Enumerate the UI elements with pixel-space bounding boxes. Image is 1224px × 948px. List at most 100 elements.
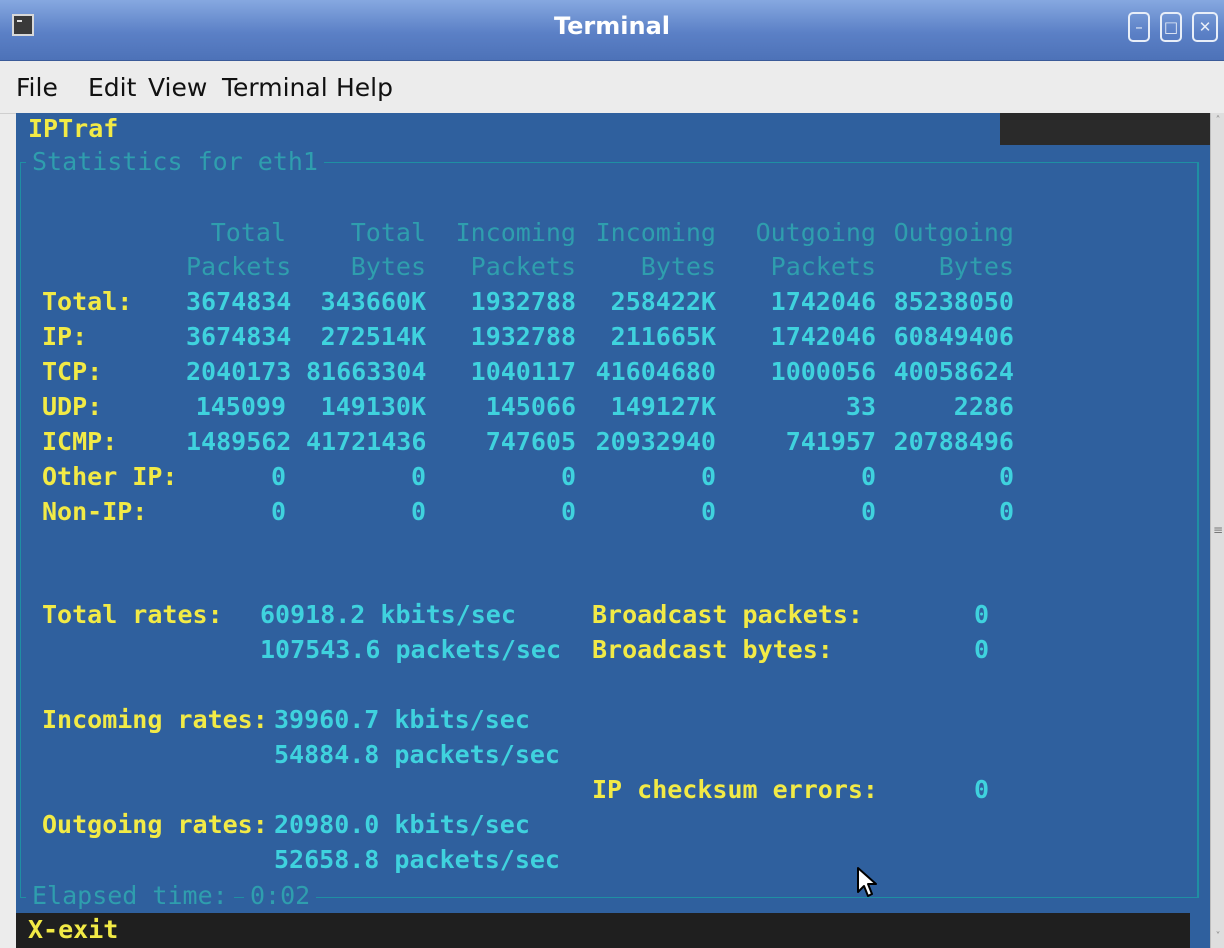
total-rates-packets: 107543.6 packets/sec: [260, 635, 562, 664]
maximize-button[interactable]: □: [1160, 12, 1182, 42]
table-cell: 258422K: [610, 287, 716, 316]
table-cell: 60849406: [893, 322, 1014, 351]
table-cell: 1742046: [770, 287, 876, 316]
vertical-scrollbar[interactable]: ˄ ≡ ˅: [1210, 113, 1224, 948]
col-header-3-sub: Packets: [470, 252, 576, 281]
table-cell: 149130K: [320, 392, 426, 421]
table-cell: 343660K: [320, 287, 426, 316]
table-cell: 145099: [195, 392, 286, 421]
outgoing-rates-packets: 52658.8 packets/sec: [274, 845, 560, 874]
col-header-4: Incoming: [595, 218, 716, 247]
total-rates-label: Total rates:: [42, 600, 223, 629]
row-label: UDP:: [42, 392, 103, 421]
menu-bar: File Edit View Terminal Help: [0, 61, 1224, 114]
title-bar[interactable]: Terminal – □ ✕: [0, 0, 1224, 61]
menu-help[interactable]: Help: [336, 73, 393, 102]
table-cell: 0: [270, 497, 286, 526]
total-rates-kbits: 60918.2 kbits/sec: [260, 600, 516, 629]
menu-terminal[interactable]: Terminal: [222, 73, 328, 102]
table-cell: 0: [860, 462, 876, 491]
table-cell: 2040173: [186, 357, 292, 386]
minimize-button[interactable]: –: [1128, 12, 1150, 42]
table-cell: 747605: [485, 427, 576, 456]
table-cell: 3674834: [186, 287, 292, 316]
close-button[interactable]: ✕: [1192, 12, 1218, 42]
row-label: IP:: [42, 322, 88, 351]
col-header-1: Total: [210, 218, 286, 247]
broadcast-bytes-value: 0: [974, 635, 990, 664]
scroll-down-arrow-icon[interactable]: ˅: [1212, 931, 1224, 945]
table-cell: 0: [998, 497, 1014, 526]
exit-hint[interactable]: X-exit: [28, 916, 118, 944]
table-cell: 1489562: [186, 427, 292, 456]
table-cell: 0: [410, 497, 426, 526]
table-cell: 41604680: [595, 357, 716, 386]
table-cell: 0: [560, 462, 576, 491]
terminal-cursor-block: [1190, 913, 1210, 948]
col-header-4-sub: Bytes: [640, 252, 716, 281]
col-header-6: Outgoing: [893, 218, 1014, 247]
table-cell: 1000056: [770, 357, 876, 386]
menu-view[interactable]: View: [148, 73, 207, 102]
app-name: IPTraf: [28, 114, 119, 143]
incoming-rates-label: Incoming rates:: [42, 705, 268, 734]
terminal-window: Terminal – □ ✕ File Edit View Terminal H…: [0, 0, 1224, 948]
elapsed-time-value: 0:02: [244, 882, 317, 910]
menu-file[interactable]: File: [16, 73, 58, 102]
table-cell: 211665K: [610, 322, 716, 351]
table-cell: 0: [560, 497, 576, 526]
row-label: TCP:: [42, 357, 103, 386]
table-cell: 2286: [953, 392, 1014, 421]
col-header-3: Incoming: [455, 218, 576, 247]
table-cell: 145066: [485, 392, 576, 421]
table-cell: 0: [700, 462, 716, 491]
incoming-rates-packets: 54884.8 packets/sec: [274, 740, 560, 769]
table-cell: 0: [410, 462, 426, 491]
mouse-pointer-icon: [857, 867, 877, 897]
footer-bar: [16, 913, 1210, 948]
outgoing-rates-kbits: 20980.0 kbits/sec: [274, 810, 530, 839]
table-cell: 0: [270, 462, 286, 491]
scroll-thumb-grip-icon[interactable]: ≡: [1212, 523, 1224, 537]
incoming-rates-kbits: 39960.7 kbits/sec: [274, 705, 530, 734]
col-header-5: Outgoing: [755, 218, 876, 247]
elapsed-time-label: Elapsed time:: [26, 882, 234, 910]
table-cell: 85238050: [893, 287, 1014, 316]
table-cell: 741957: [785, 427, 876, 456]
table-cell: 3674834: [186, 322, 292, 351]
outgoing-rates-label: Outgoing rates:: [42, 810, 268, 839]
broadcast-packets-label: Broadcast packets:: [592, 600, 863, 629]
col-header-2: Total: [350, 218, 426, 247]
table-cell: 149127K: [610, 392, 716, 421]
row-label: Total:: [42, 287, 133, 316]
table-cell: 20788496: [893, 427, 1014, 456]
row-label: Non-IP:: [42, 497, 148, 526]
status-block: [1000, 113, 1210, 145]
table-cell: 33: [845, 392, 876, 421]
table-cell: 1932788: [470, 322, 576, 351]
col-header-6-sub: Bytes: [938, 252, 1014, 281]
broadcast-bytes-label: Broadcast bytes:: [592, 635, 833, 664]
col-header-2-sub: Bytes: [350, 252, 426, 281]
checksum-errors-value: 0: [974, 775, 990, 804]
terminal-area[interactable]: IPTraf Statistics for eth1 Total Packets…: [16, 113, 1210, 948]
broadcast-packets-value: 0: [974, 600, 990, 629]
table-cell: 41721436: [306, 427, 427, 456]
table-cell: 81663304: [306, 357, 427, 386]
checksum-errors-label: IP checksum errors:: [592, 775, 878, 804]
table-cell: 0: [860, 497, 876, 526]
table-cell: 0: [998, 462, 1014, 491]
table-cell: 1932788: [470, 287, 576, 316]
col-header-5-sub: Packets: [770, 252, 876, 281]
row-label: Other IP:: [42, 462, 178, 491]
table-cell: 0: [700, 497, 716, 526]
col-header-1-sub: Packets: [186, 252, 292, 281]
scroll-up-arrow-icon[interactable]: ˄: [1212, 115, 1224, 129]
table-cell: 20932940: [595, 427, 716, 456]
table-cell: 272514K: [320, 322, 426, 351]
window-title: Terminal: [553, 12, 671, 40]
frame-title: Statistics for eth1: [26, 148, 324, 176]
menu-edit[interactable]: Edit: [88, 73, 136, 102]
table-cell: 40058624: [893, 357, 1014, 386]
row-label: ICMP:: [42, 427, 118, 456]
